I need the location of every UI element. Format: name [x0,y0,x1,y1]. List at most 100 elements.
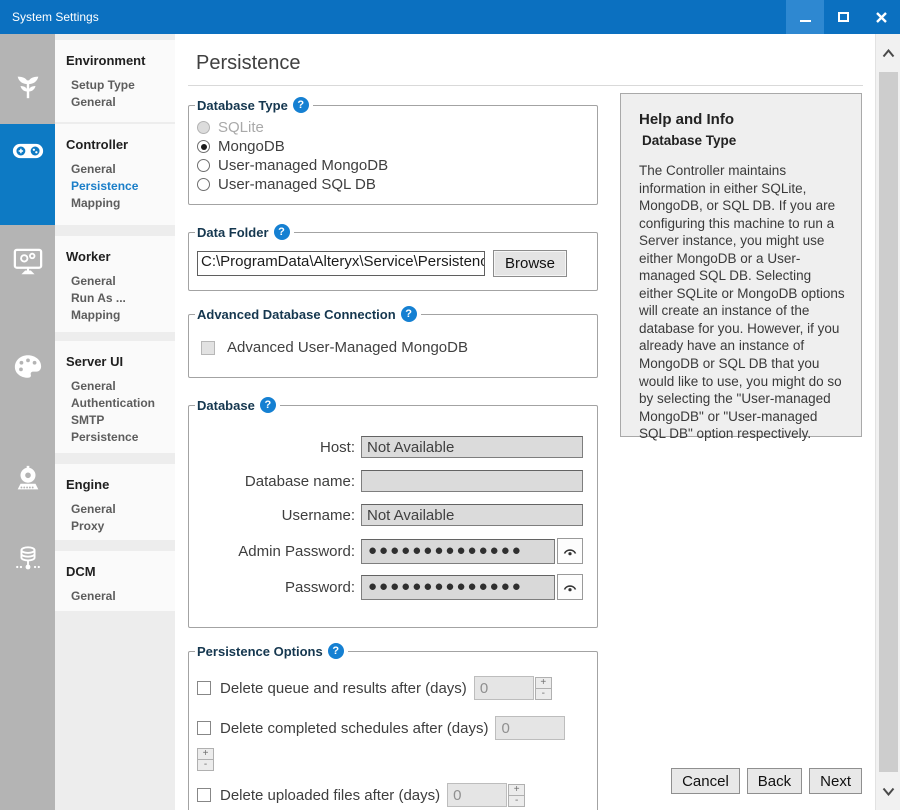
delete-uploads-label: Delete uploaded files after (days) [220,787,440,804]
persistence-options-help-icon[interactable]: ? [328,643,344,659]
content-area: Persistence Database Type ? SQLite [175,34,875,810]
username-field: Not Available [361,504,583,526]
nav-section-controller: Controller General Persistence Mapping [55,124,175,225]
username-row: Username: Not Available [195,504,585,526]
password-reveal-button[interactable] [557,574,583,600]
radio-mongodb[interactable]: MongoDB [197,137,589,156]
nav-item-dcm-general[interactable]: General [66,588,175,605]
cancel-button[interactable]: Cancel [671,768,740,794]
delete-schedules-label: Delete completed schedules after (days) [220,720,488,737]
nav-item-server-ui-general[interactable]: General [66,378,175,395]
spinner-decrement-button: - [508,795,525,807]
controller-icon[interactable] [12,135,44,167]
nav-section-environment: Environment Setup Type General [55,40,175,122]
radio-icon-user-managed-mongodb[interactable] [197,159,210,172]
engine-icon[interactable] [12,463,44,495]
advanced-connection-legend: Advanced Database Connection ? [195,306,421,322]
database-type-help-icon[interactable]: ? [293,97,309,113]
advanced-connection-label: Advanced Database Connection [197,307,396,322]
minimize-icon [800,20,811,22]
password-label: Password: [195,579,355,596]
back-button[interactable]: Back [747,768,802,794]
advanced-mongodb-checkbox-label: Advanced User-Managed MongoDB [227,339,468,356]
database-legend: Database ? [195,397,280,413]
delete-queue-days-input: 0 [474,676,534,700]
database-help-icon[interactable]: ? [260,397,276,413]
data-folder-group: Data Folder ? C:\ProgramData\Alteryx\Ser… [188,224,598,291]
database-label: Database [197,398,255,413]
browse-button[interactable]: Browse [493,250,567,277]
radio-icon-user-managed-sql-db[interactable] [197,178,210,191]
page-title: Persistence [196,52,875,75]
persistence-options-legend: Persistence Options ? [195,643,348,659]
maximize-icon [838,12,849,22]
password-row: Password: ●●●●●●●●●●●●●● [195,574,585,600]
delete-queue-spinner: + - [535,677,552,700]
nav-item-controller-general[interactable]: General [66,161,175,178]
nav-item-environment-general[interactable]: General [66,94,175,111]
nav-header-engine: Engine [66,477,175,492]
data-folder-legend: Data Folder ? [195,224,294,240]
next-button[interactable]: Next [809,768,862,794]
chevron-down-icon [882,787,895,796]
host-label: Host: [195,439,355,456]
environment-icon[interactable] [12,70,44,102]
nav-header-dcm: DCM [66,564,175,579]
radio-user-managed-mongodb[interactable]: User-managed MongoDB [197,156,589,175]
radio-label-user-managed-mongodb: User-managed MongoDB [218,157,388,174]
chevron-up-icon [882,49,895,58]
scrollbar-thumb[interactable] [879,72,898,772]
radio-icon-mongodb[interactable] [197,140,210,153]
delete-queue-checkbox[interactable] [197,681,211,695]
delete-uploads-spinner: + - [508,784,525,807]
delete-schedules-row: Delete completed schedules after (days) … [197,716,589,740]
nav-panel: Environment Setup Type General Controlle… [55,34,175,810]
scroll-up-button[interactable] [876,38,900,68]
server-ui-icon[interactable] [12,350,44,382]
admin-password-reveal-button[interactable] [557,538,583,564]
advanced-mongodb-checkbox [201,341,215,355]
close-button[interactable] [862,0,900,34]
nav-header-worker: Worker [66,249,175,264]
nav-item-worker-mapping[interactable]: Mapping [66,307,175,324]
help-panel: Help and Info Database Type The Controll… [620,93,862,437]
nav-item-controller-persistence[interactable]: Persistence [66,178,175,195]
radio-sqlite: SQLite [197,118,589,137]
nav-item-server-ui-authentication[interactable]: Authentication [66,395,175,412]
delete-schedules-checkbox[interactable] [197,721,211,735]
delete-uploads-checkbox[interactable] [197,788,211,802]
nav-item-server-ui-smtp[interactable]: SMTP [66,412,175,429]
database-type-legend: Database Type ? [195,97,313,113]
nav-item-engine-general[interactable]: General [66,501,175,518]
data-folder-help-icon[interactable]: ? [274,224,290,240]
nav-item-worker-run-as[interactable]: Run As ... [66,290,175,307]
delete-uploads-days-input: 0 [447,783,507,807]
nav-item-engine-proxy[interactable]: Proxy [66,518,175,535]
admin-password-label: Admin Password: [195,543,355,560]
nav-item-controller-mapping[interactable]: Mapping [66,195,175,212]
advanced-connection-group: Advanced Database Connection ? Advanced … [188,306,598,378]
password-dots: ●●●●●●●●●●●●●● [368,582,523,592]
advanced-connection-help-icon[interactable]: ? [401,306,417,322]
minimize-button[interactable] [786,0,824,34]
spinner-decrement-button: - [197,759,214,771]
database-name-label: Database name: [195,473,355,490]
nav-section-dcm: DCM General [55,551,175,611]
dcm-icon[interactable] [12,543,44,575]
nav-item-setup-type[interactable]: Setup Type [66,77,175,94]
nav-item-worker-general[interactable]: General [66,273,175,290]
title-divider [188,85,863,86]
nav-header-controller: Controller [66,137,175,152]
worker-icon[interactable] [12,247,44,279]
help-body: The Controller maintains information in … [639,162,847,443]
data-folder-label: Data Folder [197,225,269,240]
host-field: Not Available [361,436,583,458]
delete-uploads-row: Delete uploaded files after (days) 0 + - [197,783,589,807]
data-folder-input[interactable]: C:\ProgramData\Alteryx\Service\Persisten… [197,251,485,276]
radio-icon-sqlite [197,121,210,134]
radio-user-managed-sql-db[interactable]: User-managed SQL DB [197,175,589,194]
help-subtitle: Database Type [642,133,847,148]
maximize-button[interactable] [824,0,862,34]
nav-item-server-ui-persistence[interactable]: Persistence [66,429,175,446]
scroll-down-button[interactable] [876,776,900,806]
